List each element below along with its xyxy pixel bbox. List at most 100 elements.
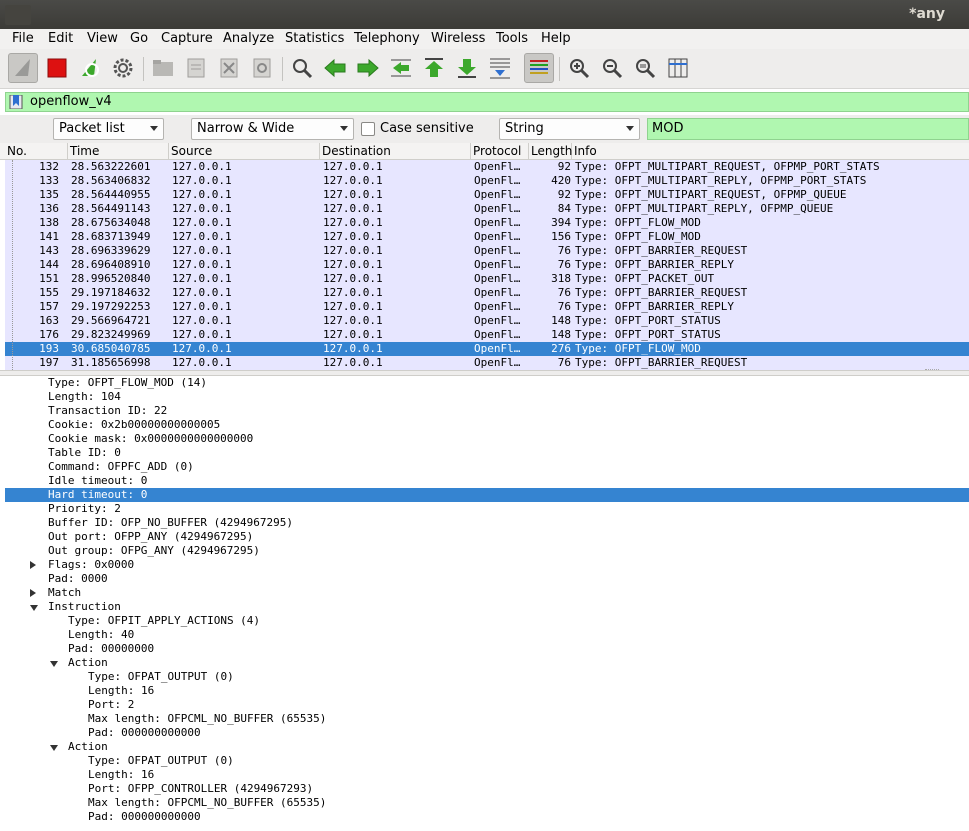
detail-tree-item[interactable]: Pad: 00000000: [5, 642, 969, 656]
zoom-normal-icon[interactable]: [630, 53, 660, 83]
menu-wireless[interactable]: Wireless: [431, 31, 485, 46]
close-file-icon[interactable]: [214, 53, 244, 83]
menu-go[interactable]: Go: [130, 31, 148, 46]
menu-help[interactable]: Help: [541, 31, 571, 46]
packet-row[interactable]: 141 28.683713949 127.0.0.1 127.0.0.1 OpenFl……: [5, 230, 969, 244]
packet-row[interactable]: 135 28.564440955 127.0.0.1 127.0.0.1 OpenFl……: [5, 188, 969, 202]
detail-tree-item[interactable]: Pad: 000000000000: [5, 810, 969, 824]
packet-row[interactable]: 193 30.685040785 127.0.0.1 127.0.0.1 OpenFl……: [5, 342, 969, 356]
detail-tree-item[interactable]: Type: OFPAT_OUTPUT (0): [5, 670, 969, 684]
detail-tree-item[interactable]: Pad: 000000000000: [5, 726, 969, 740]
packet-row[interactable]: 163 29.566964721 127.0.0.1 127.0.0.1 OpenFl……: [5, 314, 969, 328]
detail-tree-item[interactable]: Priority: 2: [5, 502, 969, 516]
packet-details-tree[interactable]: Type: OFPT_FLOW_MOD (14) Length: 104 Trans…: [0, 376, 969, 831]
col-header-length[interactable]: Length: [529, 143, 572, 160]
menu-analyze[interactable]: Analyze: [223, 31, 274, 46]
resize-columns-icon[interactable]: [663, 53, 693, 83]
detail-tree-item[interactable]: Action: [5, 656, 969, 670]
detail-tree-item[interactable]: Type: OFPIT_APPLY_ACTIONS (4): [5, 614, 969, 628]
expand-right-icon[interactable]: [30, 561, 36, 569]
menu-statistics[interactable]: Statistics: [285, 31, 344, 46]
packet-row[interactable]: 157 29.197292253 127.0.0.1 127.0.0.1 OpenFl……: [5, 300, 969, 314]
detail-tree-item[interactable]: Buffer ID: OFP_NO_BUFFER (4294967295): [5, 516, 969, 530]
detail-tree-item[interactable]: Hard timeout: 0: [5, 488, 969, 502]
detail-tree-item[interactable]: Idle timeout: 0: [5, 474, 969, 488]
packet-row[interactable]: 197 31.185656998 127.0.0.1 127.0.0.1 OpenFl……: [5, 356, 969, 370]
packet-row[interactable]: 136 28.564491143 127.0.0.1 127.0.0.1 OpenFl……: [5, 202, 969, 216]
detail-tree-item[interactable]: Pad: 0000: [5, 572, 969, 586]
forward-arrow-icon[interactable]: [353, 53, 383, 83]
packet-row[interactable]: 143 28.696339629 127.0.0.1 127.0.0.1 OpenFl……: [5, 244, 969, 258]
packet-row[interactable]: 138 28.675634048 127.0.0.1 127.0.0.1 OpenFl……: [5, 216, 969, 230]
col-header-destination[interactable]: Destination: [320, 143, 471, 160]
case-sensitive-checkbox[interactable]: [361, 122, 375, 136]
open-folder-icon[interactable]: [148, 53, 178, 83]
detail-tree-item[interactable]: Match: [5, 586, 969, 600]
packet-row[interactable]: 133 28.563406832 127.0.0.1 127.0.0.1 OpenFl……: [5, 174, 969, 188]
expand-down-icon[interactable]: [30, 605, 38, 611]
detail-tree-item[interactable]: Length: 104: [5, 390, 969, 404]
menu-view[interactable]: View: [87, 31, 118, 46]
restart-icon[interactable]: [75, 53, 105, 83]
detail-tree-item[interactable]: Cookie: 0x2b00000000000005: [5, 418, 969, 432]
col-header-protocol[interactable]: Protocol: [471, 143, 529, 160]
detail-tree-item[interactable]: Table ID: 0: [5, 446, 969, 460]
stop-icon[interactable]: [42, 53, 72, 83]
menu-tools[interactable]: Tools: [496, 31, 528, 46]
menu-telephony[interactable]: Telephony: [354, 31, 420, 46]
display-filter-input[interactable]: openflow_v4: [5, 92, 969, 112]
bookmark-icon[interactable]: [9, 95, 25, 109]
detail-tree-item[interactable]: Cookie mask: 0x0000000000000000: [5, 432, 969, 446]
packet-row[interactable]: 132 28.563222601 127.0.0.1 127.0.0.1 OpenFl……: [5, 160, 969, 174]
detail-tree-item[interactable]: Max length: OFPCML_NO_BUFFER (65535): [5, 796, 969, 810]
find-icon[interactable]: [287, 53, 317, 83]
detail-tree-item[interactable]: Instruction: [5, 600, 969, 614]
colorize-icon[interactable]: [524, 53, 554, 83]
detail-tree-item[interactable]: Length: 40: [5, 628, 969, 642]
detail-tree-item[interactable]: Action: [5, 740, 969, 754]
detail-tree-item[interactable]: Length: 16: [5, 684, 969, 698]
packet-row[interactable]: 144 28.696408910 127.0.0.1 127.0.0.1 OpenFl……: [5, 258, 969, 272]
char-width-select[interactable]: Narrow & Wide: [191, 118, 354, 140]
options-gear-icon[interactable]: [108, 53, 138, 83]
detail-tree-item[interactable]: Flags: 0x0000: [5, 558, 969, 572]
expand-down-icon[interactable]: [50, 745, 58, 751]
packet-row[interactable]: 151 28.996520840 127.0.0.1 127.0.0.1 OpenFl……: [5, 272, 969, 286]
save-icon[interactable]: [181, 53, 211, 83]
detail-tree-item[interactable]: Type: OFPAT_OUTPUT (0): [5, 754, 969, 768]
find-scope-select[interactable]: Packet list: [53, 118, 164, 140]
expand-right-icon[interactable]: [30, 589, 36, 597]
reload-icon[interactable]: [247, 53, 277, 83]
detail-tree-item[interactable]: Type: OFPT_FLOW_MOD (14): [5, 376, 969, 390]
last-packet-icon[interactable]: [452, 53, 482, 83]
zoom-out-icon[interactable]: [597, 53, 627, 83]
menu-file[interactable]: File: [12, 31, 34, 46]
detail-tree-item[interactable]: Port: 2: [5, 698, 969, 712]
zoom-in-icon[interactable]: [564, 53, 594, 83]
packet-row[interactable]: 155 29.197184632 127.0.0.1 127.0.0.1 OpenFl……: [5, 286, 969, 300]
col-header-info[interactable]: Info: [572, 143, 969, 160]
autoscroll-icon[interactable]: [485, 53, 515, 83]
find-input[interactable]: MOD: [647, 118, 969, 140]
col-header-time[interactable]: Time: [68, 143, 169, 160]
goto-packet-icon[interactable]: [386, 53, 416, 83]
packet-row[interactable]: 176 29.823249969 127.0.0.1 127.0.0.1 OpenFl……: [5, 328, 969, 342]
col-header-source[interactable]: Source: [169, 143, 320, 160]
packet-list[interactable]: 132 28.563222601 127.0.0.1 127.0.0.1 OpenFl……: [0, 160, 969, 370]
detail-tree-item[interactable]: Out port: OFPP_ANY (4294967295): [5, 530, 969, 544]
detail-tree-item[interactable]: Transaction ID: 22: [5, 404, 969, 418]
detail-tree-item[interactable]: Max length: OFPCML_NO_BUFFER (65535): [5, 712, 969, 726]
search-type-select[interactable]: String: [499, 118, 640, 140]
col-header-no[interactable]: No.: [5, 143, 68, 160]
window-menu-button[interactable]: [5, 5, 31, 25]
detail-tree-item[interactable]: Length: 16: [5, 768, 969, 782]
menu-capture[interactable]: Capture: [161, 31, 213, 46]
detail-tree-item[interactable]: Command: OFPFC_ADD (0): [5, 460, 969, 474]
back-arrow-icon[interactable]: [320, 53, 350, 83]
expand-down-icon[interactable]: [50, 661, 58, 667]
detail-tree-item[interactable]: Out group: OFPG_ANY (4294967295): [5, 544, 969, 558]
menu-edit[interactable]: Edit: [48, 31, 73, 46]
first-packet-icon[interactable]: [419, 53, 449, 83]
detail-tree-item[interactable]: Port: OFPP_CONTROLLER (4294967293): [5, 782, 969, 796]
shark-fin-icon[interactable]: [8, 53, 38, 83]
